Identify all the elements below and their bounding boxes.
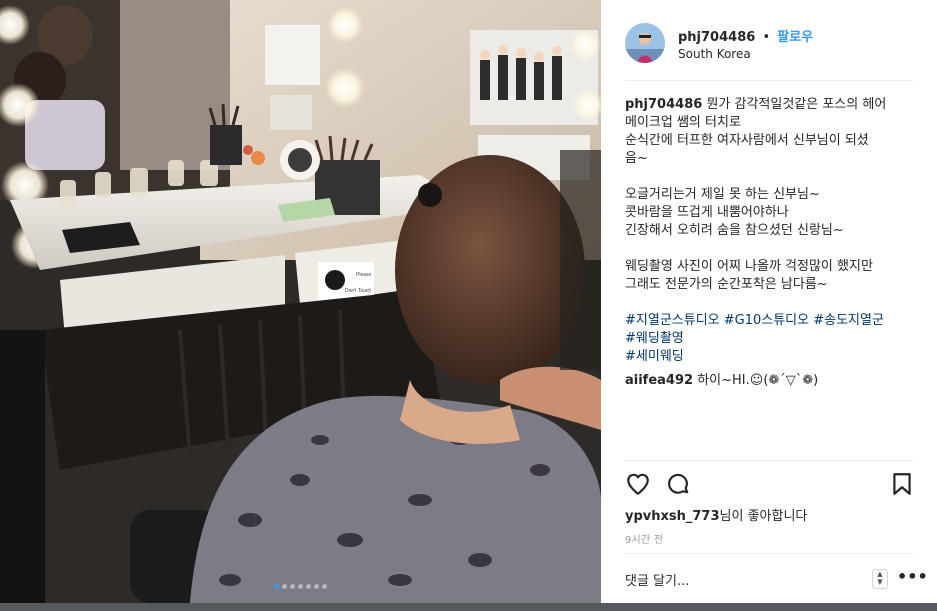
post-side-panel: phj704486 • 팔로우 South Korea phj704486 뭔가… (601, 0, 937, 603)
sign-text-dont-touch: Don't Touch (345, 288, 371, 294)
hashtag-line[interactable]: #세미웨딩 (625, 348, 917, 366)
caption-first-line: 뭔가 감각적일것같은 포스의 헤어 (706, 97, 887, 112)
caption-username[interactable]: phj704486 (625, 97, 702, 112)
post-header: phj704486 • 팔로우 South Korea (625, 20, 913, 81)
follow-button[interactable]: 팔로우 (777, 30, 813, 45)
header-separator: • (762, 30, 771, 45)
post-footer: ypvhxsh_773님이 좋아합니다 9시간 전 댓글 달기... ▲ ▼ •… (625, 460, 928, 589)
stepper-up-icon[interactable]: ▲ (873, 570, 887, 578)
caption: phj704486 뭔가 감각적일것같은 포스의 헤어 메이크업 쌤의 터치로 … (625, 96, 917, 366)
caption-line: 콧바람을 뜨겁게 내뿜어야하나 (625, 205, 789, 220)
carousel-dot[interactable] (274, 584, 279, 589)
bookmark-icon-glyph (893, 473, 911, 495)
caption-line: 웨딩촬영 사진이 어찌 나올까 걱정많이 했지만 (625, 259, 873, 274)
hashtag-line[interactable]: #웨딩촬영 (625, 330, 917, 348)
caption-line: 긴장해서 오히려 숨을 참으셨던 신랑님~ (625, 223, 844, 238)
carousel-dot[interactable] (306, 584, 311, 589)
post-photo-image: Please Don't Touch (0, 0, 601, 603)
bookmark-icon[interactable] (889, 471, 915, 497)
comment-input[interactable]: 댓글 달기... (625, 570, 689, 589)
comment-text: 하이~HI.☺(❁´▽`❁) (697, 373, 819, 388)
likes-suffix: 님이 좋아합니다 (719, 509, 808, 524)
more-options-icon[interactable]: ••• (897, 567, 928, 586)
heart-icon-glyph (627, 473, 649, 495)
carousel-dot[interactable] (322, 584, 327, 589)
avatar-image (625, 23, 665, 63)
avatar[interactable] (625, 23, 665, 63)
carousel-dot[interactable] (290, 584, 295, 589)
sign-text-please: Please (356, 272, 372, 278)
heart-icon[interactable] (625, 471, 651, 497)
comment-username[interactable]: aiifea492 (625, 373, 693, 388)
action-bar (625, 461, 913, 505)
caption-line: 순식간에 터프한 여자사람에서 신부님이 되셨 (625, 133, 869, 148)
comment-icon[interactable] (665, 471, 691, 497)
carousel-dot[interactable] (282, 584, 287, 589)
caption-line: 오글거리는거 제일 못 하는 신부님~ (625, 187, 820, 202)
comments-list: phj704486 뭔가 감각적일것같은 포스의 헤어 메이크업 쌤의 터치로 … (625, 96, 917, 390)
window-bottom-edge (0, 603, 937, 611)
instagram-post-page: Please Don't Touch phj704486 • 팔로우 South… (0, 0, 937, 611)
caption-line: 음~ (625, 151, 648, 166)
caption-line: 메이크업 쌤의 터치로 (625, 115, 741, 130)
carousel-dot[interactable] (314, 584, 319, 589)
header-user-line: phj704486 • 팔로우 (678, 26, 813, 45)
post-photo[interactable]: Please Don't Touch (0, 0, 601, 603)
header-username[interactable]: phj704486 (678, 30, 755, 45)
caption-line: 그래도 전문가의 순간포착은 남다름~ (625, 277, 828, 292)
post-timestamp[interactable]: 9시간 전 (625, 531, 663, 546)
carousel-indicator[interactable] (0, 584, 601, 589)
caption-line: phj704486 뭔가 감각적일것같은 포스의 헤어 (625, 96, 917, 114)
comment-item: aiifea492 하이~HI.☺(❁´▽`❁) (625, 372, 917, 390)
liker-username[interactable]: ypvhxsh_773 (625, 509, 720, 524)
resize-stepper[interactable]: ▲ ▼ (872, 569, 888, 589)
comment-icon-glyph (668, 473, 689, 494)
carousel-dot[interactable] (298, 584, 303, 589)
likes-text: ypvhxsh_773님이 좋아합니다 (625, 505, 807, 524)
hashtag-line[interactable]: #지열군스튜디오 #G10스튜디오 #송도지열군 (625, 312, 917, 330)
stepper-down-icon[interactable]: ▼ (873, 578, 887, 586)
location-link[interactable]: South Korea (678, 47, 751, 61)
comment-input-bar: 댓글 달기... ▲ ▼ ••• (625, 553, 928, 603)
